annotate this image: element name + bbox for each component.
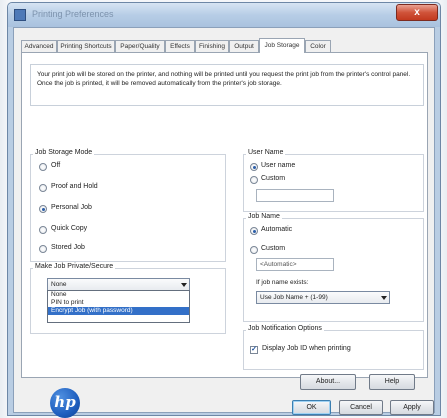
private-secure-value: None	[51, 281, 67, 288]
tab-effects[interactable]: Effects	[165, 40, 195, 52]
radio-proof-and-hold-label[interactable]: Proof and Hold	[51, 183, 98, 190]
tab-output[interactable]: Output	[229, 40, 259, 52]
radio-quick-copy[interactable]	[39, 226, 47, 234]
tab-finishing[interactable]: Finishing	[195, 40, 229, 52]
apply-button[interactable]: Apply	[390, 400, 434, 415]
radio-off[interactable]	[39, 163, 47, 171]
cancel-button[interactable]: Cancel	[339, 400, 383, 415]
info-text: Your print job will be stored on the pri…	[30, 64, 424, 106]
job-exists-label: If job name exists:	[256, 279, 309, 286]
about-button[interactable]: About...	[300, 374, 356, 390]
job-name-input[interactable]: <Automatic>	[256, 258, 334, 271]
option-none[interactable]: None	[48, 291, 189, 299]
radio-user-name-label[interactable]: User name	[261, 162, 295, 169]
option-pin-to-print[interactable]: PIN to print	[48, 299, 189, 307]
window-title: Printing Preferences	[32, 9, 114, 19]
option-encrypt-job[interactable]: Encrypt Job (with password)	[48, 307, 189, 315]
tab-color[interactable]: Color	[305, 40, 331, 52]
tab-advanced[interactable]: Advanced	[21, 40, 57, 52]
user-name-title: User Name	[246, 149, 286, 156]
radio-stored-job[interactable]	[39, 245, 47, 253]
radio-proof-and-hold[interactable]	[39, 184, 47, 192]
radio-personal-job-label[interactable]: Personal Job	[51, 204, 92, 211]
radio-job-automatic[interactable]	[250, 227, 258, 235]
chevron-down-icon[interactable]	[181, 283, 187, 287]
private-secure-options-list: None PIN to print Encrypt Job (with pass…	[47, 290, 190, 323]
radio-job-automatic-label[interactable]: Automatic	[261, 226, 292, 233]
job-exists-value: Use Job Name + (1-99)	[260, 294, 328, 301]
close-button[interactable]: x	[396, 4, 438, 21]
private-secure-title: Make Job Private/Secure	[33, 263, 116, 270]
ok-button[interactable]: OK	[292, 400, 331, 415]
job-storage-mode-title: Job Storage Mode	[33, 149, 95, 156]
radio-quick-copy-label[interactable]: Quick Copy	[51, 225, 87, 232]
radio-user-custom[interactable]	[250, 176, 258, 184]
help-button[interactable]: Help	[369, 374, 415, 390]
tab-printing-shortcuts[interactable]: Printing Shortcuts	[57, 40, 115, 52]
tab-job-storage[interactable]: Job Storage	[259, 38, 305, 53]
job-exists-dropdown[interactable]: Use Job Name + (1-99)	[256, 291, 390, 304]
radio-job-custom-label[interactable]: Custom	[261, 245, 285, 252]
dialog-client-area: Advanced Printing Shortcuts Paper/Qualit…	[13, 27, 435, 418]
radio-off-label[interactable]: Off	[51, 162, 60, 169]
tab-paper-quality[interactable]: Paper/Quality	[115, 40, 165, 52]
radio-personal-job[interactable]	[39, 205, 47, 213]
chevron-down-icon[interactable]	[381, 296, 387, 300]
notification-title: Job Notification Options	[246, 325, 324, 332]
radio-stored-job-label[interactable]: Stored Job	[51, 244, 85, 251]
radio-job-custom[interactable]	[250, 246, 258, 254]
printer-icon	[14, 9, 26, 21]
printing-preferences-window: Printing Preferences x Advanced Printing…	[7, 2, 441, 418]
hp-logo: hp	[50, 388, 80, 418]
job-name-title: Job Name	[246, 213, 282, 220]
display-job-id-checkbox[interactable]: ✓	[250, 346, 258, 354]
user-name-input[interactable]	[256, 189, 334, 202]
radio-user-name[interactable]	[250, 163, 258, 171]
title-bar[interactable]: Printing Preferences x	[8, 3, 440, 27]
radio-user-custom-label[interactable]: Custom	[261, 175, 285, 182]
display-job-id-label[interactable]: Display Job ID when printing	[262, 345, 351, 352]
